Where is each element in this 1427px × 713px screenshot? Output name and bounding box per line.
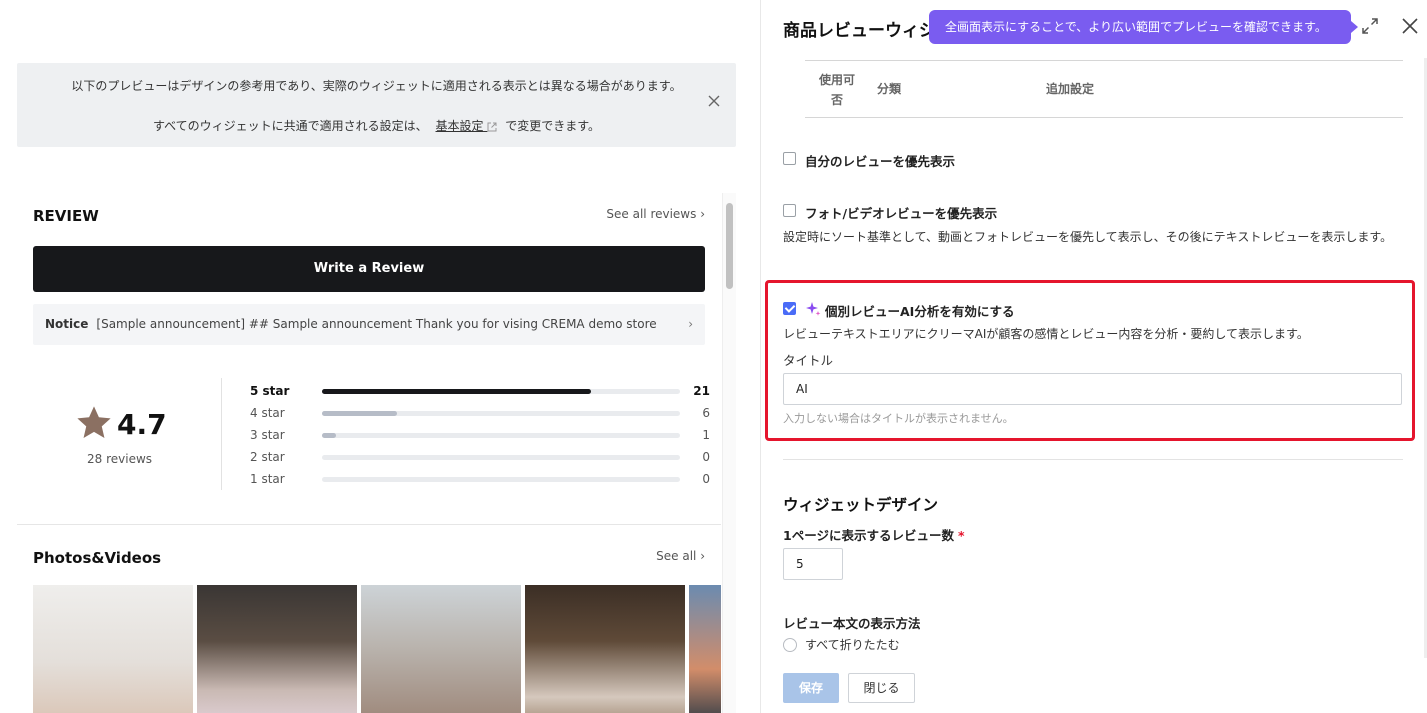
notice-text-after: で変更できます。 [505, 119, 600, 133]
rating-row-label: 5 star [250, 384, 290, 398]
scrollbar-thumb[interactable] [726, 203, 733, 289]
rating-row-label: 4 star [250, 406, 285, 420]
per-page-label-text: 1ページに表示するレビュー数 [783, 528, 954, 543]
external-link-icon [487, 122, 497, 131]
review-count: 28 reviews [87, 452, 153, 466]
rating-bar-track [322, 411, 680, 416]
section-divider [783, 459, 1403, 460]
photos-title: Photos&Videos [33, 549, 162, 567]
collapse-all-radio[interactable] [783, 638, 797, 652]
rating-row-label: 1 star [250, 472, 285, 486]
panel-title: 商品レビューウィジ [783, 21, 936, 41]
settings-panel: 商品レビューウィジ 全画面表示にすることで、より広い範囲でプレビューを確認できま… [760, 0, 1427, 713]
title-input[interactable]: AI [783, 373, 1402, 405]
rating-row: 1 star 0 [250, 469, 710, 491]
notice-line-2: すべてのウィジェットに共通で適用される設定は、 基本設定 で変更できます。 [17, 117, 736, 134]
close-icon[interactable] [1401, 17, 1419, 35]
ai-analysis-description: レビューテキストエリアにクリーマAIが顧客の感情とレビュー内容を分析・要約して表… [783, 327, 1309, 341]
per-page-label: 1ページに表示するレビュー数 * [783, 525, 965, 544]
sparkle-icon [806, 302, 821, 316]
review-photo[interactable] [33, 585, 193, 713]
preview-scrollbar[interactable] [722, 193, 736, 713]
media-review-first-label: フォト/ビデオレビューを優先表示 [805, 206, 998, 221]
ai-analysis-checkbox[interactable] [783, 302, 796, 315]
photos-see-all-link[interactable]: See all › [656, 549, 705, 563]
rating-bar-track [322, 389, 680, 394]
chevron-right-icon: › [688, 317, 693, 331]
column-header-extra: 追加設定 [1046, 82, 1095, 96]
divider [221, 378, 222, 490]
per-page-input[interactable]: 5 [783, 548, 843, 580]
media-review-first-checkbox[interactable] [783, 204, 796, 217]
notice-line-1: 以下のプレビューはデザインの参考用であり、実際のウィジェットに適用される表示とは… [71, 79, 682, 93]
average-rating: 4.7 [117, 408, 167, 441]
close-icon[interactable] [708, 95, 720, 107]
title-hint: 入力しない場合はタイトルが表示されません。 [783, 412, 1014, 425]
table-divider [805, 117, 1403, 118]
body-display-label: レビュー本文の表示方法 [783, 616, 921, 631]
rating-bar-track [322, 477, 680, 482]
preview-pane: 以下のプレビューはデザインの参考用であり、実際のウィジェットに適用される表示とは… [0, 0, 760, 713]
rating-distribution: 5 star 21 4 star 6 3 star 1 2 star 0 1 star 0 [250, 381, 710, 491]
rating-row-label: 2 star [250, 450, 285, 464]
basic-settings-label: 基本設定 [435, 119, 484, 133]
media-review-description: 設定時にソート基準として、動画とフォトレビューを優先して表示し、その後にテキスト… [783, 230, 1393, 244]
table-divider [805, 60, 1403, 61]
rating-bar-fill [322, 411, 398, 416]
notice-text: [Sample announcement] ## Sample announce… [96, 317, 657, 331]
rating-bar-track [322, 455, 680, 460]
collapse-all-label: すべて折りたたむ [805, 638, 900, 652]
own-review-first-checkbox[interactable] [783, 152, 796, 165]
column-header-use: 使用可否 [819, 73, 856, 107]
rating-bar-track [322, 433, 680, 438]
announcement-bar[interactable]: Notice [Sample announcement] ## Sample an… [33, 304, 705, 345]
rating-row-count: 0 [702, 472, 710, 486]
rating-row-count: 21 [693, 384, 710, 398]
title-field-label: タイトル [783, 353, 834, 368]
rating-row: 3 star 1 [250, 425, 710, 447]
widget-preview: REVIEW See all reviews › Write a Review … [17, 193, 721, 713]
see-all-reviews-link[interactable]: See all reviews › [606, 207, 705, 221]
rating-bar-fill [322, 389, 591, 394]
write-review-button[interactable]: Write a Review [33, 246, 705, 292]
save-button[interactable]: 保存 [783, 673, 839, 703]
rating-row-label: 3 star [250, 428, 285, 442]
review-photo[interactable] [197, 585, 357, 713]
rating-bar-fill [322, 433, 337, 438]
fullscreen-tooltip: 全画面表示にすることで、より広い範囲でプレビューを確認できます。 [929, 10, 1358, 44]
ai-analysis-label: 個別レビューAI分析を有効にする [825, 304, 1015, 319]
notice-text-before: すべてのウィジェットに共通で適用される設定は、 [153, 119, 428, 133]
required-mark: * [957, 528, 965, 543]
photo-strip [33, 585, 721, 713]
rating-row: 4 star 6 [250, 403, 710, 425]
basic-settings-link[interactable]: 基本設定 [436, 119, 498, 133]
expand-icon[interactable] [1361, 17, 1379, 35]
rating-row-count: 6 [702, 406, 710, 420]
divider [17, 524, 721, 525]
rating-row: 2 star 0 [250, 447, 710, 469]
column-header-category: 分類 [877, 82, 902, 96]
review-title: REVIEW [33, 207, 99, 225]
rating-row-count: 1 [702, 428, 710, 442]
rating-summary: 4.7 28 reviews [57, 398, 217, 488]
close-button[interactable]: 閉じる [848, 673, 915, 703]
rating-row: 5 star 21 [250, 381, 710, 403]
star-icon [77, 406, 111, 439]
review-photo[interactable] [361, 585, 521, 713]
review-photo[interactable] [689, 585, 721, 713]
notice-label: Notice [45, 317, 89, 331]
review-photo[interactable] [525, 585, 685, 713]
own-review-first-label: 自分のレビューを優先表示 [805, 154, 956, 169]
widget-design-heading: ウィジェットデザイン [783, 496, 939, 514]
rating-row-count: 0 [702, 450, 710, 464]
preview-notice: 以下のプレビューはデザインの参考用であり、実際のウィジェットに適用される表示とは… [17, 63, 736, 147]
